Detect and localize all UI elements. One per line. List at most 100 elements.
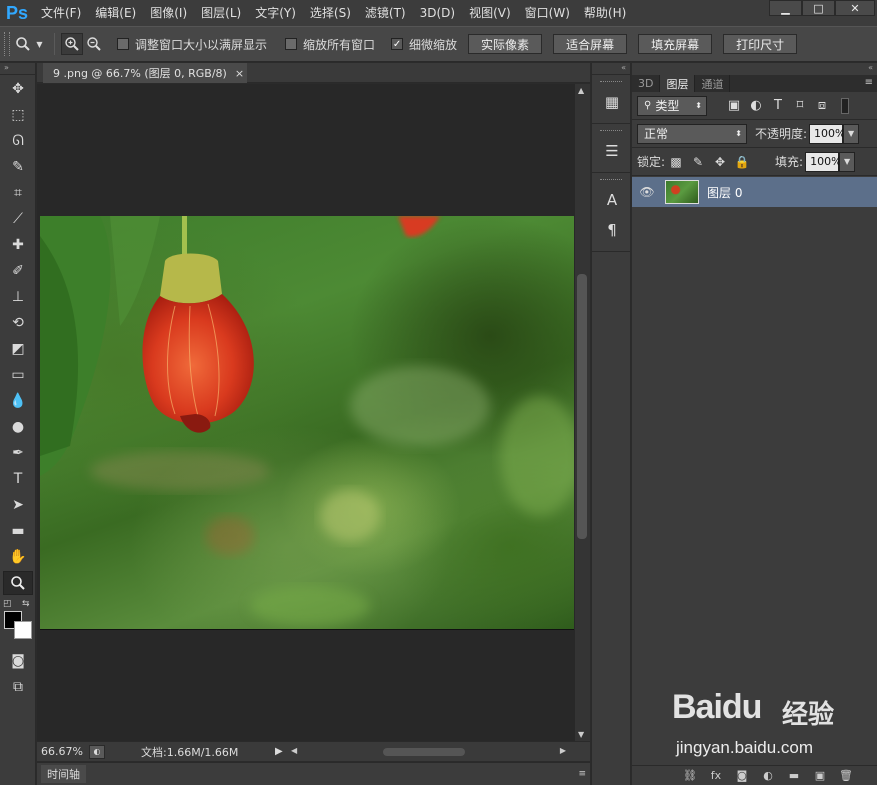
- scroll-left-icon[interactable]: ◀: [291, 746, 297, 755]
- menu-3d[interactable]: 3D(D): [413, 0, 462, 26]
- eraser-tool-icon[interactable]: ◩: [3, 337, 33, 361]
- tab-3d[interactable]: 3D: [632, 75, 661, 92]
- panel-collapse-icon[interactable]: «: [592, 63, 630, 75]
- menu-file[interactable]: 文件(F): [34, 0, 88, 26]
- layer-thumbnail[interactable]: [665, 180, 699, 204]
- menu-layer[interactable]: 图层(L): [194, 0, 248, 26]
- panel-collapse-icon[interactable]: »: [0, 63, 35, 75]
- background-color-swatch[interactable]: [14, 621, 32, 639]
- tab-channels[interactable]: 通道: [695, 75, 731, 92]
- canvas-area[interactable]: [37, 84, 575, 741]
- fill-input[interactable]: 100%: [805, 151, 842, 172]
- layer-row[interactable]: 👁 图层 0: [632, 177, 877, 207]
- hand-tool-icon[interactable]: ✋: [3, 545, 33, 569]
- status-menu-arrow-icon[interactable]: ▶: [275, 746, 287, 757]
- panel-menu-icon[interactable]: ≡: [865, 77, 873, 88]
- blur-tool-icon[interactable]: 💧: [3, 389, 33, 413]
- new-layer-icon[interactable]: ▣: [807, 769, 833, 782]
- lock-position-icon[interactable]: ✥: [709, 155, 731, 169]
- checkbox-checked[interactable]: ✓: [391, 38, 404, 50]
- quick-mask-icon[interactable]: ◙: [3, 649, 33, 673]
- histogram-panel-icon[interactable]: ▦: [597, 89, 627, 115]
- type-tool-icon[interactable]: T: [3, 467, 33, 491]
- vertical-scrollbar[interactable]: ▲ ▼: [575, 84, 590, 741]
- zoom-out-button[interactable]: [83, 33, 105, 55]
- close-icon[interactable]: ×: [235, 67, 244, 80]
- resize-windows-checkbox[interactable]: 调整窗口大小以满屏显示: [117, 36, 267, 53]
- lasso-tool-icon[interactable]: ᘏ: [3, 129, 33, 153]
- menu-view[interactable]: 视图(V): [462, 0, 518, 26]
- close-window-button[interactable]: ✕: [835, 0, 875, 16]
- layer-style-icon[interactable]: fx: [703, 769, 729, 782]
- scroll-right-icon[interactable]: ▶: [560, 746, 566, 755]
- zoom-tool-preset-picker[interactable]: ▼: [10, 32, 48, 56]
- actual-pixels-button[interactable]: 实际像素: [468, 34, 543, 54]
- filter-type-select[interactable]: ⚲ 类型 ⬍: [637, 95, 707, 116]
- smart-object-filter-icon[interactable]: ⧈: [811, 98, 833, 113]
- eye-icon[interactable]: 👁: [632, 185, 662, 199]
- gradient-tool-icon[interactable]: ▭: [3, 363, 33, 387]
- clone-stamp-tool-icon[interactable]: ⊥: [3, 285, 33, 309]
- zoom-level[interactable]: 66.67%: [37, 745, 89, 758]
- lock-all-icon[interactable]: 🔒: [731, 155, 753, 169]
- tab-layers[interactable]: 图层: [660, 75, 696, 92]
- zoom-in-button[interactable]: [61, 33, 83, 55]
- pen-tool-icon[interactable]: ✒: [3, 441, 33, 465]
- blend-mode-select[interactable]: 正常 ⬍: [637, 123, 747, 144]
- menu-type[interactable]: 文字(Y): [248, 0, 303, 26]
- adjustment-layer-icon[interactable]: ◐: [755, 769, 781, 782]
- menu-select[interactable]: 选择(S): [303, 0, 358, 26]
- checkbox-box[interactable]: [285, 38, 298, 50]
- lock-pixels-icon[interactable]: ✎: [687, 155, 709, 169]
- print-size-button[interactable]: 打印尺寸: [723, 34, 798, 54]
- menu-window[interactable]: 窗口(W): [518, 0, 577, 26]
- timeline-tab[interactable]: 时间轴: [41, 765, 86, 783]
- zoom-all-windows-checkbox[interactable]: 缩放所有窗口: [285, 36, 375, 53]
- lock-transparency-icon[interactable]: ▩: [665, 155, 687, 169]
- paragraph-panel-icon[interactable]: ¶: [597, 217, 627, 243]
- menu-image[interactable]: 图像(I): [143, 0, 194, 26]
- zoom-tool-icon[interactable]: [3, 571, 33, 595]
- add-mask-icon[interactable]: ◙: [729, 769, 755, 782]
- link-layers-icon[interactable]: ⛓: [677, 769, 703, 782]
- quick-selection-tool-icon[interactable]: ✎: [3, 155, 33, 179]
- new-group-icon[interactable]: ▬: [781, 769, 807, 782]
- horizontal-scrollbar[interactable]: ◀ ▶: [291, 746, 566, 758]
- dock-grip[interactable]: [600, 81, 622, 85]
- move-tool-icon[interactable]: ✥: [3, 77, 33, 101]
- adjustment-filter-icon[interactable]: ◐: [745, 98, 767, 113]
- vertical-scroll-thumb[interactable]: [577, 274, 587, 539]
- document-tab[interactable]: 9 .png @ 66.7% (图层 0, RGB/8) ×: [43, 63, 247, 83]
- checkbox-box[interactable]: [117, 38, 129, 50]
- marquee-tool-icon[interactable]: ⬚: [3, 103, 33, 127]
- menu-edit[interactable]: 编辑(E): [88, 0, 143, 26]
- delete-layer-icon[interactable]: 🗑: [833, 769, 859, 782]
- dock-grip[interactable]: [600, 130, 622, 134]
- brush-tool-icon[interactable]: ✐: [3, 259, 33, 283]
- type-filter-icon[interactable]: T: [767, 98, 789, 113]
- maximize-button[interactable]: □: [802, 0, 835, 16]
- horizontal-scroll-thumb[interactable]: [383, 747, 465, 756]
- fit-screen-button[interactable]: 适合屏幕: [553, 34, 628, 54]
- layer-name[interactable]: 图层 0: [707, 184, 742, 201]
- scroll-up-icon[interactable]: ▲: [578, 86, 584, 95]
- chevron-down-icon[interactable]: ▼: [843, 123, 860, 144]
- status-preview-icon[interactable]: ◐: [89, 744, 105, 759]
- screen-mode-icon[interactable]: ⧉: [3, 675, 33, 699]
- crop-tool-icon[interactable]: ⌗: [3, 181, 33, 205]
- panel-menu-icon[interactable]: ≡: [578, 769, 586, 779]
- menu-help[interactable]: 帮助(H): [577, 0, 633, 26]
- scroll-down-icon[interactable]: ▼: [578, 730, 584, 739]
- rectangle-tool-icon[interactable]: ▬: [3, 519, 33, 543]
- chevron-down-icon[interactable]: ▼: [839, 151, 856, 172]
- document-image[interactable]: [40, 216, 574, 630]
- character-panel-icon[interactable]: A: [597, 187, 627, 213]
- filter-toggle[interactable]: [841, 97, 849, 114]
- dodge-tool-icon[interactable]: ●: [3, 415, 33, 439]
- swap-colors-icon[interactable]: ⇆: [22, 599, 30, 609]
- eyedropper-tool-icon[interactable]: ⟋: [3, 207, 33, 231]
- properties-panel-icon[interactable]: ☰: [597, 138, 627, 164]
- fill-screen-button[interactable]: 填充屏幕: [638, 34, 713, 54]
- history-brush-tool-icon[interactable]: ⟲: [3, 311, 33, 335]
- path-selection-tool-icon[interactable]: ➤: [3, 493, 33, 517]
